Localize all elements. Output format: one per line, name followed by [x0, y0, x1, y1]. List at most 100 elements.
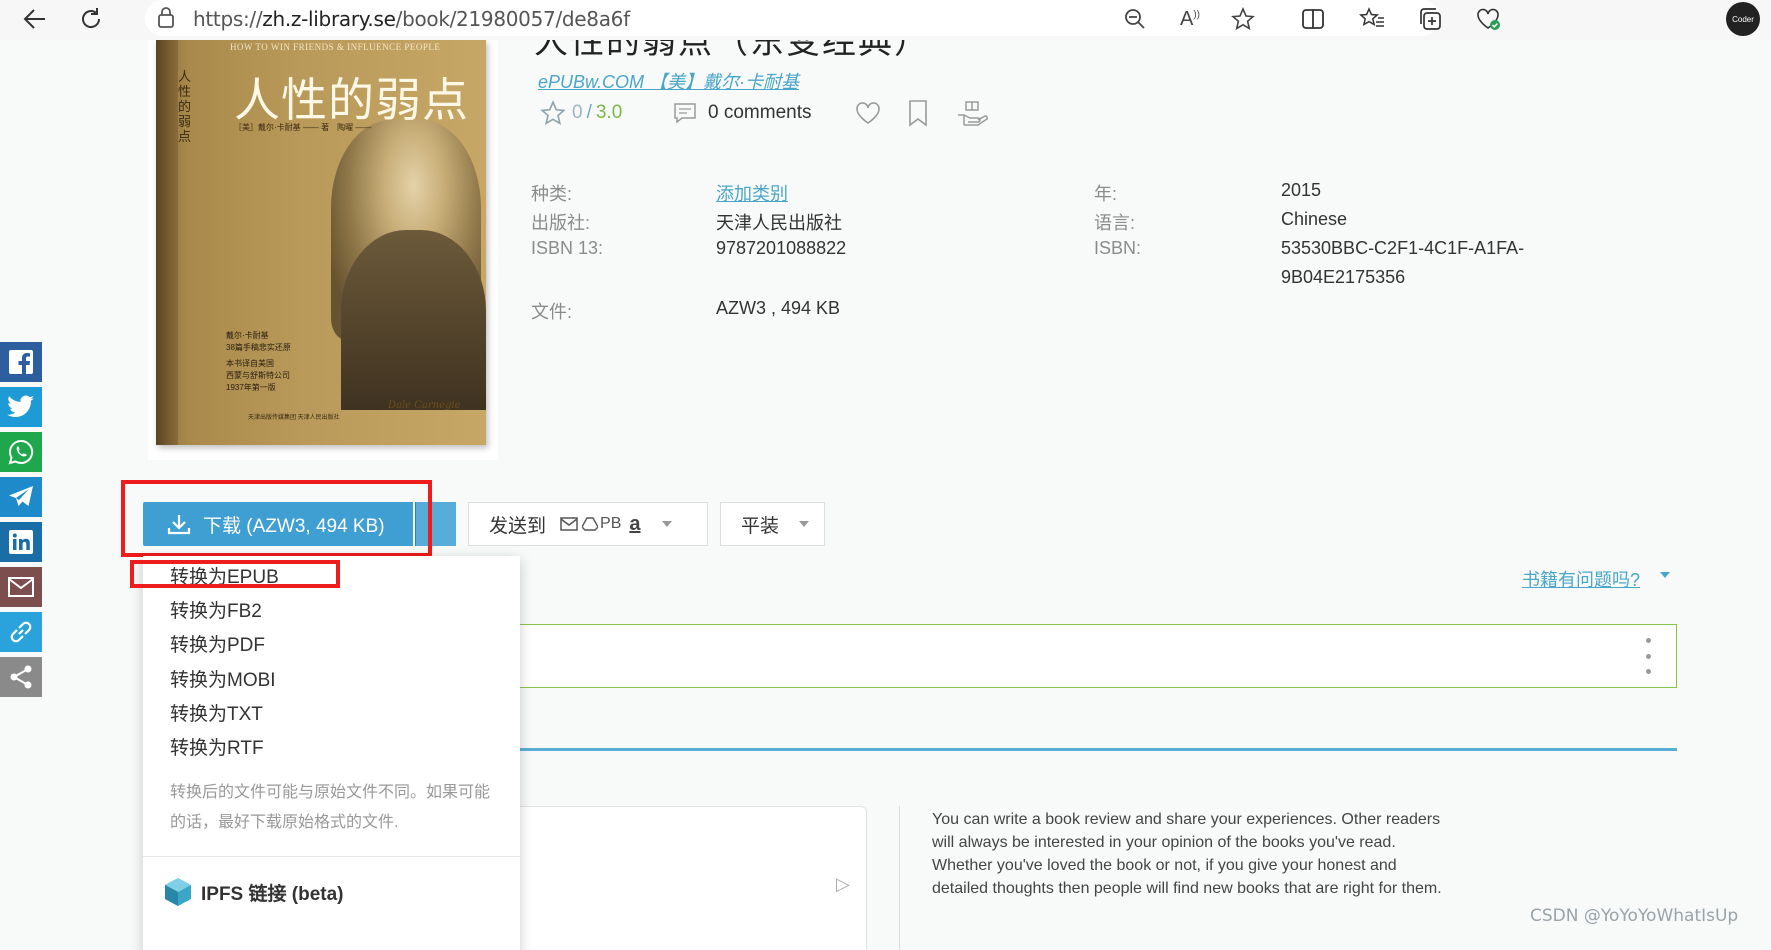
cover-title: 人性的弱点 [234, 73, 469, 127]
ipfs-label: IPFS 链接 (beta) [201, 883, 344, 905]
favorite-button[interactable] [1228, 4, 1258, 34]
add-category-link[interactable]: 添加类别 [716, 184, 788, 204]
author-link[interactable]: ePUBw.COM 【美】戴尔·卡耐基 [538, 68, 799, 94]
lock-icon [158, 7, 174, 28]
cover-note: 戴尔·卡耐基 [226, 331, 269, 340]
cover-note: 38篇手稿悲实还原 [226, 343, 291, 352]
prop-value: Chinese [1281, 209, 1348, 229]
donate-button[interactable] [956, 98, 988, 128]
browser-toolbar: https://zh.z-library.se/book/21980057/de… [0, 0, 1771, 40]
paperback-button[interactable]: 平装 [720, 502, 825, 546]
url-path: /book/21980057/de8a6f [395, 7, 631, 31]
more-options-icon[interactable] [1645, 638, 1651, 674]
url-text[interactable]: https://zh.z-library.se/book/21980057/de… [193, 7, 630, 31]
prop-label: 出版社: [531, 213, 591, 233]
highlight-download [121, 480, 432, 557]
portrait-body [341, 230, 486, 410]
share-facebook[interactable] [0, 342, 42, 382]
prop-label: 年: [1094, 184, 1118, 204]
split-screen-icon [1302, 9, 1324, 29]
heart-icon [856, 102, 880, 124]
prop-value: 53530BBC-C2F1-4C1F-A1FA- [1281, 238, 1525, 258]
prop-label: ISBN 13: [531, 238, 604, 258]
ipfs-link[interactable]: IPFS 链接 (beta) [163, 876, 344, 908]
amazon-icon: a [629, 512, 641, 535]
watermark: CSDN @YoYoYoWhatIsUp [1530, 906, 1739, 926]
share-telegram[interactable] [0, 477, 42, 517]
browser-essentials-button[interactable] [1473, 4, 1503, 34]
share-whatsapp[interactable] [0, 432, 42, 472]
description-panel [515, 624, 1677, 688]
read-aloud-icon: A)) [1179, 7, 1200, 30]
hand-gift-icon [958, 101, 988, 126]
profile-avatar[interactable]: Coder [1726, 2, 1760, 36]
highlight-epub [130, 560, 340, 588]
cover-signature: Dale Carnegie [388, 400, 461, 411]
convert-note: 转换后的文件可能与原始文件不同。如果可能的话，最好下载原始格式的文件. [170, 784, 491, 831]
read-aloud-button[interactable]: A)) [1175, 4, 1205, 34]
prop-value: 9787201088822 [716, 238, 847, 258]
collections-icon [1420, 8, 1441, 30]
send-review-icon[interactable]: ▷ [836, 874, 850, 895]
zoom-button[interactable] [1120, 4, 1150, 34]
rating-separator: / [586, 102, 592, 123]
heart-pulse-icon [1477, 8, 1500, 30]
cover-vertical-title: 人性的弱点 [178, 70, 192, 145]
address-bar[interactable]: https://zh.z-library.se/book/21980057/de… [145, 0, 1440, 36]
convert-rtf-item[interactable]: 转换为RTF [170, 733, 264, 760]
pocketbook-label: PB [600, 515, 622, 532]
facebook-icon [9, 350, 33, 376]
star-outline-icon [1231, 7, 1255, 31]
twitter-icon [7, 395, 34, 418]
cube-icon [165, 878, 191, 906]
google-drive-icon [582, 517, 599, 531]
book-title: 人性的弱点（东变经典） [534, 40, 930, 62]
like-button[interactable] [852, 98, 884, 128]
convert-pdf-item[interactable]: 转换为PDF [170, 630, 265, 657]
book-cover[interactable]: HOW TO WIN FRIENDS & INFLUENCE PEOPLE 人性… [148, 40, 498, 460]
linkedin-icon [9, 530, 33, 554]
bookmark-button[interactable] [902, 98, 934, 128]
cover-subtitle: ［美］戴尔·卡耐基 —— 著 陶曜 —— [234, 123, 372, 132]
url-host: zh.z-library.se [262, 7, 396, 31]
back-button[interactable] [18, 2, 52, 36]
split-screen-button[interactable] [1298, 4, 1328, 34]
favorites-button[interactable] [1357, 4, 1387, 34]
share-more[interactable] [0, 657, 42, 697]
rating[interactable]: 0 / 3.0 [540, 98, 622, 128]
share-icon [10, 665, 32, 689]
comment-icon [674, 103, 696, 124]
cover-notes: 戴尔·卡耐基 38篇手稿悲实还原 本书译自美国 西蒙与舒斯特公司 1937年第一… [226, 330, 291, 394]
cover-note: 西蒙与舒斯特公司 [226, 371, 290, 380]
send-to-button[interactable]: 发送到 PB a [468, 502, 708, 546]
reload-button[interactable] [74, 2, 108, 36]
link-icon [10, 621, 32, 643]
convert-mobi-item[interactable]: 转换为MOBI [170, 665, 276, 692]
comments-link[interactable]: 0 comments [672, 98, 811, 128]
send-to-label: 发送到 [489, 515, 547, 537]
telegram-icon [9, 486, 33, 506]
prop-label: 种类: [531, 184, 573, 204]
problem-label: 书籍有问题吗? [1522, 570, 1641, 590]
menu-divider [143, 856, 520, 857]
chevron-down-icon [1660, 572, 1670, 578]
comments-count: 0 comments [708, 102, 812, 123]
share-linkedin[interactable] [0, 522, 42, 562]
paperback-label: 平装 [741, 515, 780, 537]
cover-note: 本书译自美国 [226, 359, 274, 368]
share-copy-link[interactable] [0, 612, 42, 652]
problem-report-link[interactable]: 书籍有问题吗? [1522, 566, 1640, 592]
collections-button[interactable] [1415, 4, 1445, 34]
review-input[interactable] [505, 806, 867, 950]
whatsapp-icon [8, 439, 34, 465]
book-page: HOW TO WIN FRIENDS & INFLUENCE PEOPLE 人性… [0, 40, 1771, 950]
convert-fb2-item[interactable]: 转换为FB2 [170, 596, 262, 623]
favorites-list-icon [1359, 7, 1384, 27]
share-email[interactable] [0, 567, 42, 607]
divider [899, 806, 900, 950]
back-arrow-icon [23, 9, 45, 29]
share-twitter[interactable] [0, 387, 42, 427]
convert-txt-item[interactable]: 转换为TXT [170, 699, 263, 726]
email-icon [8, 577, 34, 597]
cover-publisher-logo: 天津出版传媒集团 天津人民出版社 [248, 415, 340, 421]
